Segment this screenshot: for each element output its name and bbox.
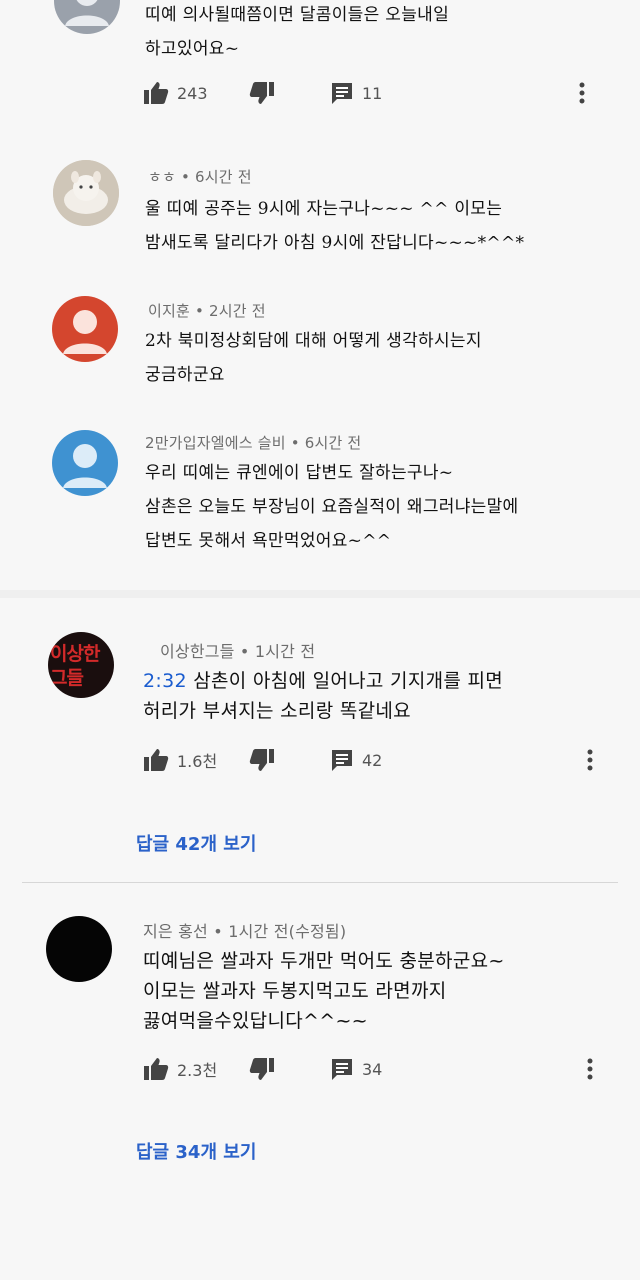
like-button[interactable]: 243 bbox=[143, 78, 208, 108]
comment-text-segment: 삼촌이 아침에 일어나고 기지개를 피면 bbox=[193, 670, 504, 692]
comment-author[interactable]: 이지훈 bbox=[148, 302, 190, 320]
thumbs-up-icon bbox=[144, 82, 169, 104]
comment-text: 우리 띠예는 큐엔에이 답변도 잘하는구나~ 삼촌은 오늘도 부장님이 요즘실적… bbox=[145, 456, 635, 558]
comment-time: 1시간 전 bbox=[254, 642, 316, 661]
reply-button[interactable]: 11 bbox=[330, 78, 382, 108]
dislike-button[interactable] bbox=[249, 78, 275, 108]
comment-text: 띠예님은 쌀과자 두개만 먹어도 충분하군요~ 이모는 쌀과자 두봉지먹고도 라… bbox=[143, 946, 623, 1036]
comment-time: 2시간 전 bbox=[209, 302, 266, 320]
avatar[interactable] bbox=[46, 916, 112, 982]
comment-text-line: 이모는 쌀과자 두봉지먹고도 라면까지 bbox=[143, 980, 447, 1002]
default-avatar-icon bbox=[65, 0, 109, 26]
comment-text: 띠예 의사될때쯤이면 달콤이들은 오늘내일 하고있어요~ bbox=[145, 0, 615, 66]
view-replies-suffix: 보기 bbox=[223, 834, 257, 855]
view-replies-link[interactable]: 답글 34개 보기 bbox=[136, 1138, 256, 1164]
comment-text-line: 2:32 삼촌이 아침에 일어나고 기지개를 피면 bbox=[143, 666, 623, 696]
comment-icon bbox=[332, 750, 352, 771]
comment-text-line: 우리 띠예는 큐엔에이 답변도 잘하는구나~ bbox=[145, 463, 454, 483]
comment-time: 1시간 전(수정됨) bbox=[228, 922, 347, 941]
comment-text-line: 울 띠예 공주는 9시에 자는구나~~~ ^^ 이모는 bbox=[145, 199, 503, 219]
comment-text-line: 끓여먹을수있답니다^^~~ bbox=[143, 1010, 368, 1032]
view-replies-prefix: 답글 bbox=[136, 1142, 170, 1163]
channel-avatar-text: 이상한 그들 bbox=[50, 642, 100, 690]
comment-meta: 지은 홍선 • 1시간 전(수정됨) bbox=[143, 918, 346, 942]
comment-actions: 2.3천 34 bbox=[143, 1054, 603, 1084]
avatar[interactable] bbox=[52, 430, 118, 496]
comment-text: 2:32 삼촌이 아침에 일어나고 기지개를 피면 허리가 부셔지는 소리랑 똑… bbox=[143, 666, 623, 726]
comment-time: 6시간 전 bbox=[195, 168, 252, 186]
meta-separator: • bbox=[213, 922, 223, 941]
comment-divider bbox=[22, 882, 618, 883]
more-button[interactable] bbox=[578, 78, 586, 108]
comment-author[interactable]: 2만가입자엘에스 슬비 bbox=[145, 434, 286, 452]
comment-meta: 2만가입자엘에스 슬비 • 6시간 전 bbox=[145, 432, 361, 453]
default-avatar-icon bbox=[63, 310, 107, 354]
view-replies-prefix: 답글 bbox=[136, 834, 170, 855]
reply-count: 34 bbox=[362, 1059, 383, 1079]
more-button[interactable] bbox=[586, 745, 594, 775]
more-vertical-icon bbox=[579, 82, 585, 104]
thumbs-down-icon bbox=[249, 82, 274, 104]
more-button[interactable] bbox=[586, 1054, 594, 1084]
reply-count: 42 bbox=[362, 750, 383, 770]
comment-text-line: 하고있어요~ bbox=[145, 39, 240, 59]
dislike-button[interactable] bbox=[249, 745, 275, 775]
meta-separator: • bbox=[194, 302, 205, 320]
comment-text-line: 2차 북미정상회담에 대해 어떻게 생각하시는지 bbox=[145, 331, 482, 351]
more-vertical-icon bbox=[587, 749, 593, 771]
avatar[interactable]: 이상한 그들 bbox=[48, 632, 114, 698]
view-replies-suffix: 보기 bbox=[223, 1142, 257, 1163]
comment-icon bbox=[332, 1059, 352, 1080]
timestamp-link[interactable]: 2:32 bbox=[143, 670, 187, 692]
meta-separator: • bbox=[239, 642, 250, 661]
view-replies-count: 34개 bbox=[175, 1142, 218, 1163]
avatar[interactable] bbox=[53, 160, 119, 226]
reply-button[interactable]: 42 bbox=[330, 745, 382, 775]
channel-avatar-line: 이상한 bbox=[50, 643, 100, 665]
comment-text-line: 궁금하군요 bbox=[145, 365, 225, 385]
meta-separator: • bbox=[180, 168, 191, 186]
comment-text-line: 밤새도록 달리다가 아침 9시에 잔답니다~~~*^^* bbox=[145, 233, 525, 253]
like-count: 2.3천 bbox=[177, 1061, 218, 1080]
comment-author[interactable]: 지은 홍선 bbox=[143, 922, 208, 941]
comment-author[interactable]: ㅎㅎ bbox=[148, 168, 176, 186]
comment-author[interactable]: 이상한그들 bbox=[160, 642, 235, 661]
thumbs-up-icon bbox=[144, 1058, 169, 1080]
like-button[interactable]: 2.3천 bbox=[143, 1054, 217, 1084]
section-divider bbox=[0, 590, 640, 598]
comment-meta: 이상한그들 • 1시간 전 bbox=[160, 638, 315, 662]
dislike-button[interactable] bbox=[249, 1054, 275, 1084]
meta-separator: • bbox=[290, 434, 300, 452]
comment-actions: 1.6천 42 bbox=[143, 745, 603, 775]
comment-icon bbox=[332, 83, 352, 104]
view-replies-count: 42개 bbox=[175, 834, 218, 855]
more-vertical-icon bbox=[587, 1058, 593, 1080]
comment-text-line: 삼촌은 오늘도 부장님이 요즘실적이 왜그러냐는말에 bbox=[145, 497, 519, 517]
comment-meta: 이지훈 • 2시간 전 bbox=[148, 300, 266, 321]
comment-meta: ㅎㅎ • 6시간 전 bbox=[148, 166, 252, 187]
comment-text-line: 띠예님은 쌀과자 두개만 먹어도 충분하군요~ bbox=[143, 950, 505, 972]
comment-text-line: 답변도 못해서 욕만먹었어요~^^ bbox=[145, 531, 392, 551]
comment-text-line: 허리가 부셔지는 소리랑 똑같네요 bbox=[143, 700, 411, 722]
comment-text-line: 띠예 의사될때쯤이면 달콤이들은 오늘내일 bbox=[145, 5, 450, 25]
comment-time: 6시간 전 bbox=[304, 434, 362, 452]
comment-actions: 243 11 bbox=[143, 78, 603, 108]
thumbs-down-icon bbox=[249, 1058, 274, 1080]
thumbs-up-icon bbox=[144, 749, 169, 771]
like-count: 1.6천 bbox=[177, 752, 218, 771]
thumbs-down-icon bbox=[249, 749, 274, 771]
avatar[interactable] bbox=[54, 0, 120, 34]
profile-photo-icon bbox=[53, 160, 119, 226]
view-replies-link[interactable]: 답글 42개 보기 bbox=[136, 830, 256, 856]
channel-avatar-line: 그들 bbox=[50, 667, 84, 689]
reply-button[interactable]: 34 bbox=[330, 1054, 382, 1084]
comment-text: 울 띠예 공주는 9시에 자는구나~~~ ^^ 이모는 밤새도록 달리다가 아침… bbox=[145, 192, 625, 260]
like-count: 243 bbox=[177, 83, 208, 103]
comment-text: 2차 북미정상회담에 대해 어떻게 생각하시는지 궁금하군요 bbox=[145, 324, 625, 392]
avatar[interactable] bbox=[52, 296, 118, 362]
default-avatar-icon bbox=[63, 444, 107, 488]
reply-count: 11 bbox=[362, 83, 383, 103]
like-button[interactable]: 1.6천 bbox=[143, 745, 217, 775]
